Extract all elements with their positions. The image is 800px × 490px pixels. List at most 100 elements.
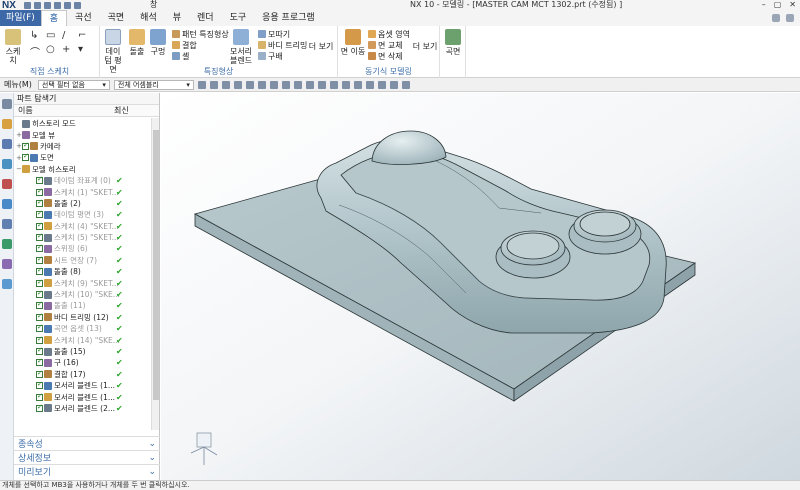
- shell-button[interactable]: 셸: [172, 51, 189, 61]
- trim-body-button[interactable]: 바디 트리밍: [258, 40, 307, 50]
- tab-file[interactable]: 파일(F): [0, 10, 41, 26]
- process-studio-icon[interactable]: [2, 279, 12, 289]
- pattern-feature-button[interactable]: 패턴 특징형상: [172, 29, 229, 39]
- profile-icon[interactable]: ↳: [30, 30, 44, 41]
- selection-scope-dropdown[interactable]: 전체 어셈블리 ▾: [113, 79, 194, 90]
- visibility-checkbox[interactable]: [36, 392, 43, 401]
- rotate-icon[interactable]: [233, 80, 242, 89]
- web-browser-icon[interactable]: [2, 199, 12, 209]
- tree-row[interactable]: 히스토리 모드: [14, 118, 151, 129]
- midpoint-icon[interactable]: [281, 80, 290, 89]
- copy-icon[interactable]: [64, 1, 71, 9]
- more-sketch-icon[interactable]: ▾: [78, 44, 92, 59]
- visibility-checkbox[interactable]: [36, 266, 43, 276]
- tree-row[interactable]: 곡면 옵셋 (13) ✔: [14, 323, 151, 334]
- visibility-checkbox[interactable]: [36, 323, 43, 333]
- tree-row[interactable]: 스케치 (4) "SKET...✔: [14, 221, 151, 232]
- zoom-icon[interactable]: [257, 80, 266, 89]
- tree-row[interactable]: + 모델 뷰: [14, 129, 151, 140]
- quadrant-icon[interactable]: [329, 80, 338, 89]
- boss-cylinder-1[interactable]: [495, 230, 571, 279]
- replace-face-button[interactable]: 면 교체: [368, 40, 403, 50]
- tree-row[interactable]: 돌출 (11) ✔: [14, 300, 151, 311]
- reuse-library-icon[interactable]: [2, 179, 12, 189]
- tab-tools[interactable]: 도구: [222, 10, 255, 26]
- tab-analysis[interactable]: 해석: [132, 10, 165, 26]
- existing-point-icon[interactable]: [341, 80, 350, 89]
- draft-button[interactable]: 구배: [258, 51, 283, 61]
- tree-row[interactable]: 스케치 (1) "SKET...✔: [14, 186, 151, 197]
- more-sync-button[interactable]: 더 보기: [412, 42, 438, 51]
- assembly-navigator-icon[interactable]: [2, 119, 12, 129]
- paste-icon[interactable]: [74, 1, 81, 9]
- tree-row[interactable]: 시트 연장 (7) ✔: [14, 255, 151, 266]
- tree-row[interactable]: 스케치 (14) "SKE...✔: [14, 334, 151, 345]
- hole-button[interactable]: 구멍: [148, 29, 168, 56]
- visibility-checkbox[interactable]: [36, 403, 43, 412]
- column-latest[interactable]: 최신: [114, 105, 144, 116]
- minimize-icon[interactable]: –: [762, 0, 766, 10]
- tree-row[interactable]: − 모델 히스토리: [14, 164, 151, 175]
- panel-details[interactable]: 상세정보 ⌄: [14, 450, 160, 464]
- selection-filter-dropdown[interactable]: 선택 필터 없음 ▾: [37, 79, 110, 90]
- move-face-button[interactable]: 면 이동: [340, 29, 366, 56]
- tree-row[interactable]: 스케치 (10) "SKE...✔: [14, 289, 151, 300]
- visibility-checkbox[interactable]: [36, 175, 43, 185]
- visibility-checkbox[interactable]: [22, 152, 29, 162]
- point-icon[interactable]: +: [62, 44, 76, 59]
- undo-icon[interactable]: [34, 1, 41, 9]
- maximize-icon[interactable]: ▢: [774, 0, 782, 10]
- cut-icon[interactable]: [54, 1, 61, 9]
- delete-face-button[interactable]: 면 삭제: [368, 51, 403, 61]
- fillet-icon[interactable]: ⌐: [78, 30, 92, 41]
- visibility-checkbox[interactable]: [22, 141, 29, 150]
- close-icon[interactable]: ✕: [789, 0, 796, 10]
- pan-icon[interactable]: [245, 80, 254, 89]
- visibility-checkbox[interactable]: [36, 380, 43, 390]
- tab-surface[interactable]: 곡면: [100, 10, 133, 26]
- control-point-icon[interactable]: [293, 80, 302, 89]
- history-icon[interactable]: [2, 219, 12, 229]
- select-all-icon[interactable]: [197, 80, 206, 89]
- tree-row[interactable]: 돌출 (8) ✔: [14, 266, 151, 277]
- offset-region-button[interactable]: 옵셋 영역: [368, 29, 410, 39]
- circle-icon[interactable]: ○: [46, 44, 60, 59]
- rectangle-icon[interactable]: ▭: [46, 30, 60, 41]
- more-feature-button[interactable]: 더 보기: [308, 42, 334, 51]
- constraint-navigator-icon[interactable]: [2, 139, 12, 149]
- tree-row[interactable]: 돌출 (15) ✔: [14, 346, 151, 357]
- render-style-icon[interactable]: [377, 80, 386, 89]
- graphics-window[interactable]: [161, 93, 800, 480]
- tree-row[interactable]: 데이텀 평면 (3) ✔: [14, 209, 151, 220]
- point-on-face-icon[interactable]: [365, 80, 374, 89]
- tree-row[interactable]: 구 (16) ✔: [14, 357, 151, 368]
- combine-button[interactable]: 결합: [172, 40, 197, 50]
- tree-row[interactable]: 스케치 (9) "SKET...✔: [14, 277, 151, 288]
- extrude-button[interactable]: 돌출: [127, 29, 147, 56]
- settings-icon[interactable]: [2, 99, 12, 109]
- tab-applications[interactable]: 응용 프로그램: [254, 10, 323, 26]
- redo-icon[interactable]: [44, 1, 51, 9]
- visibility-checkbox[interactable]: [36, 243, 43, 253]
- intersection-icon[interactable]: [305, 80, 314, 89]
- tree-row[interactable]: +도면: [14, 152, 151, 163]
- line-icon[interactable]: /: [62, 30, 76, 41]
- boss-cylinder-2[interactable]: [568, 209, 642, 255]
- tree-row[interactable]: 결합 (17) ✔: [14, 369, 151, 380]
- visibility-checkbox[interactable]: [36, 335, 43, 344]
- visibility-checkbox[interactable]: [36, 187, 43, 196]
- tree-row[interactable]: 스위핑 (6) ✔: [14, 243, 151, 254]
- visibility-checkbox[interactable]: [36, 346, 43, 355]
- tree-row[interactable]: 모서리 블렌드 (2...✔: [14, 403, 151, 414]
- role-icon[interactable]: [2, 259, 12, 269]
- column-name[interactable]: 이름: [14, 105, 114, 116]
- view-fit-icon[interactable]: [221, 80, 230, 89]
- endpoint-icon[interactable]: [269, 80, 278, 89]
- save-icon[interactable]: [24, 1, 31, 9]
- tree-row[interactable]: 돌출 (2) ✔: [14, 198, 151, 209]
- menu-button[interactable]: 메뉴(M): [2, 79, 34, 90]
- visibility-checkbox[interactable]: [36, 255, 43, 264]
- tree-row[interactable]: 모서리 블렌드 (1...✔: [14, 391, 151, 402]
- surface-button[interactable]: 곡면: [443, 29, 463, 56]
- tree-row[interactable]: +카메라: [14, 141, 151, 152]
